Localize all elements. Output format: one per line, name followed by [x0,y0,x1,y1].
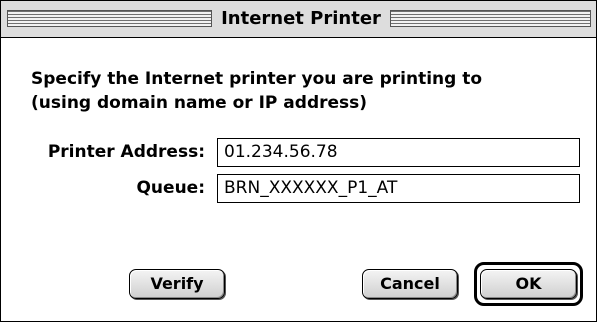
title-bar-stripes-right [390,10,591,27]
printer-address-field[interactable]: 01.234.56.78 [217,138,580,167]
queue-field[interactable]: BRN_XXXXXX_P1_AT [217,174,580,203]
ok-button[interactable]: OK [480,269,577,299]
verify-button[interactable]: Verify [129,269,225,299]
queue-label: Queue: [136,178,205,198]
title-bar-stripes-left [7,10,212,27]
instructions-line-2: (using domain name or IP address) [31,93,368,113]
internet-printer-dialog: Internet Printer Specify the Internet pr… [0,0,597,322]
printer-address-label: Printer Address: [47,142,205,162]
cancel-button[interactable]: Cancel [362,269,458,299]
instructions-text: Specify the Internet printer you are pri… [31,67,482,115]
title-bar[interactable]: Internet Printer [1,1,596,38]
dialog-title: Internet Printer [221,8,381,29]
instructions-line-1: Specify the Internet printer you are pri… [31,69,483,89]
